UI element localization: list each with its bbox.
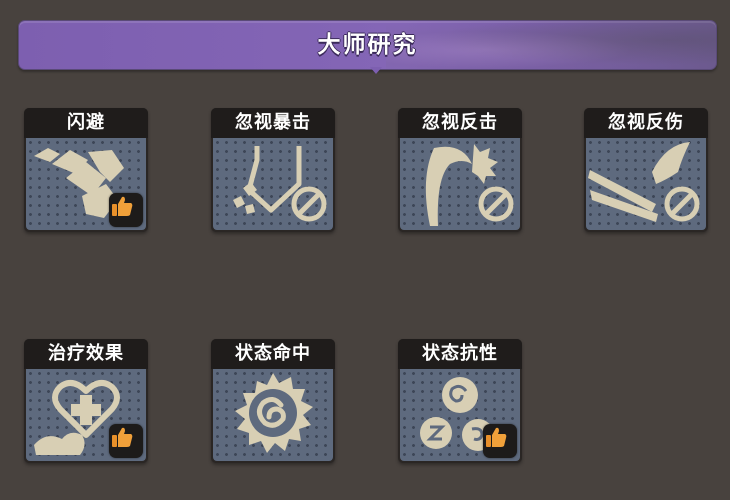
skill-card-status-resist[interactable]: 状态抗性 bbox=[398, 339, 522, 463]
ignore-crit-icon bbox=[213, 138, 333, 230]
ignore-reflect-icon bbox=[586, 138, 706, 230]
status-hit-icon bbox=[213, 369, 333, 461]
ignore-counter-icon bbox=[400, 138, 520, 230]
banner-pointer-icon bbox=[370, 67, 382, 74]
skill-label: 治疗效果 bbox=[24, 339, 148, 369]
skill-card-ignore-reflect[interactable]: 忽视反伤 bbox=[584, 108, 708, 232]
skill-card-healing[interactable]: 治疗效果 bbox=[24, 339, 148, 463]
heal-heart-icon bbox=[26, 369, 146, 461]
skill-card-status-hit[interactable]: 状态命中 bbox=[211, 339, 335, 463]
skill-label: 状态抗性 bbox=[398, 339, 522, 369]
skill-label: 忽视暴击 bbox=[211, 108, 335, 138]
skill-label: 闪避 bbox=[24, 108, 148, 138]
skill-card-dodge[interactable]: 闪避 bbox=[24, 108, 148, 232]
recommended-badge bbox=[109, 424, 143, 458]
skill-card-ignore-counter[interactable]: 忽视反击 bbox=[398, 108, 522, 232]
skill-card-ignore-crit[interactable]: 忽视暴击 bbox=[211, 108, 335, 232]
header-banner: 大师研究 bbox=[18, 20, 717, 70]
skill-label: 忽视反击 bbox=[398, 108, 522, 138]
page-title: 大师研究 bbox=[317, 32, 418, 58]
recommended-badge bbox=[483, 424, 517, 458]
skill-label: 状态命中 bbox=[211, 339, 335, 369]
status-resist-icon bbox=[400, 369, 520, 461]
recommended-badge bbox=[109, 193, 143, 227]
skill-label: 忽视反伤 bbox=[584, 108, 708, 138]
boot-dodge-icon bbox=[26, 138, 146, 230]
